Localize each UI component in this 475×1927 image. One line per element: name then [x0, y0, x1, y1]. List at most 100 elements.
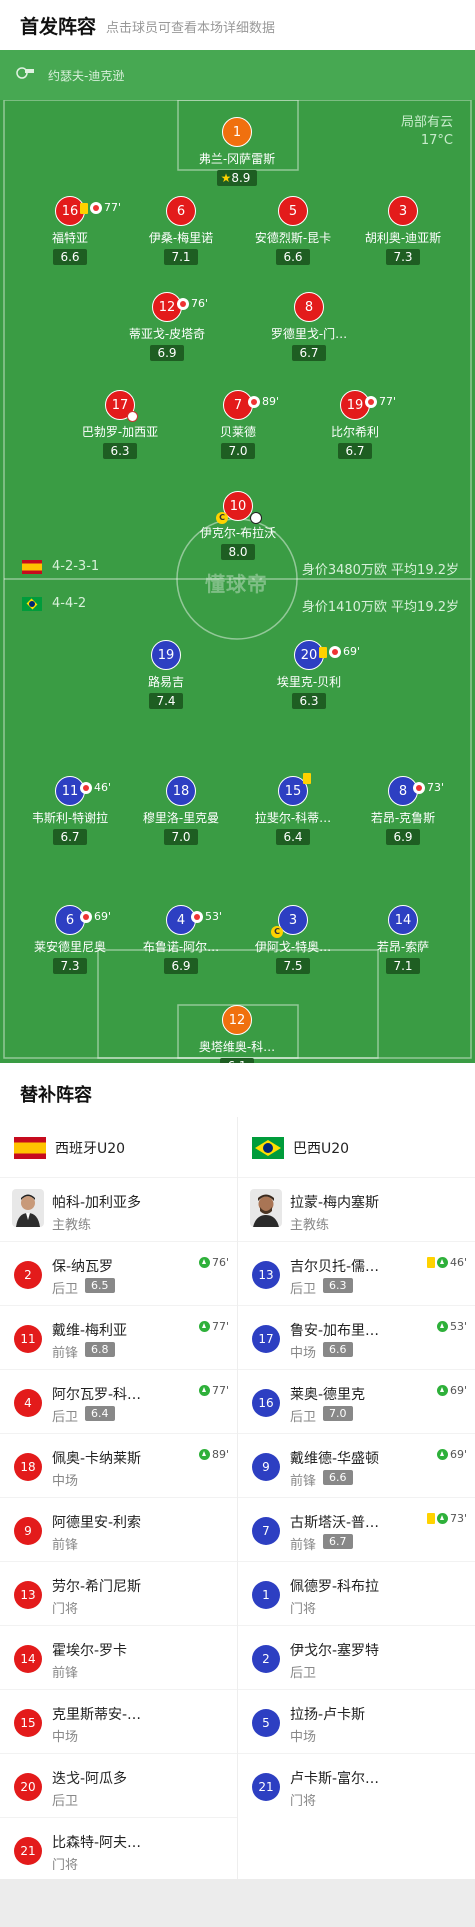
- player-number: 10: [229, 499, 247, 514]
- away-player[interactable]: 14 若昂-索萨 7.1: [333, 905, 473, 974]
- sub-events: 69': [436, 1448, 467, 1461]
- substitutes-title: 替补阵容: [20, 1085, 92, 1106]
- home-coach-row[interactable]: 帕科-加利亚多 主教练: [0, 1177, 237, 1241]
- sub-player-row[interactable]: 16 莱奥-德里克 后卫 7.0 69': [238, 1369, 475, 1433]
- sub-position: 后卫: [290, 1282, 317, 1297]
- player-number-badge: 12: [222, 1005, 252, 1035]
- sub-in-time: 77': [211, 1320, 229, 1333]
- sub-number: 7: [252, 1517, 280, 1545]
- sub-number: 5: [252, 1709, 280, 1737]
- home-formation-row: 4-2-3-1: [22, 559, 99, 574]
- away-player[interactable]: 20 69' 埃里克-贝利 6.3: [239, 640, 379, 709]
- sub-player-row[interactable]: 14 霍埃尔-罗卡 前锋: [0, 1625, 237, 1689]
- sub-player-row[interactable]: 9 戴维德-华盛顿 前锋 6.6 69': [238, 1433, 475, 1497]
- sub-player-row[interactable]: 18 佩奥-卡纳莱斯 中场 89': [0, 1433, 237, 1497]
- home-player[interactable]: 19 77' 比尔希利 6.7: [285, 390, 425, 459]
- player-rating: 6.7: [338, 443, 372, 459]
- sub-position: 前锋: [290, 1538, 317, 1553]
- substitution-out-icon: [177, 298, 189, 310]
- away-player[interactable]: 12奥塔维奥-科…6.1: [167, 1005, 307, 1063]
- sub-player-row[interactable]: 7 古斯塔沃-普… 前锋 6.7 73': [238, 1497, 475, 1561]
- sub-player-row[interactable]: 11 戴维-梅利亚 前锋 6.8 77': [0, 1305, 237, 1369]
- player-rating: 7.5: [276, 958, 310, 974]
- home-player[interactable]: 3 胡利奥-迪亚斯 7.3: [333, 196, 473, 265]
- home-player[interactable]: 8 罗德里戈-门… 6.7: [239, 292, 379, 361]
- sub-events: 76': [198, 1256, 229, 1269]
- sub-player-row[interactable]: 5 拉扬-卢卡斯 中场: [238, 1689, 475, 1753]
- player-name: 比尔希利: [330, 425, 379, 439]
- coach-name: 拉蒙-梅内塞斯: [290, 1195, 380, 1211]
- sub-player-row[interactable]: 4 阿尔瓦罗-科… 后卫 6.4 77': [0, 1369, 237, 1433]
- sub-in-time: 46': [449, 1256, 467, 1269]
- sub-number: 11: [14, 1325, 42, 1353]
- sub-player-row[interactable]: 13 吉尔贝托-儒… 后卫 6.3 46': [238, 1241, 475, 1305]
- player-events: 89': [248, 387, 279, 417]
- sub-player-row[interactable]: 21 比森特-阿夫… 门将: [0, 1817, 237, 1881]
- player-number-badge: 8: [294, 292, 324, 322]
- player-number: 5: [288, 204, 298, 219]
- sub-name: 霍埃尔-罗卡: [52, 1643, 128, 1659]
- away-coach-row[interactable]: 拉蒙-梅内塞斯 主教练: [238, 1177, 475, 1241]
- substitution-out-icon: [80, 782, 92, 794]
- sub-position: 门将: [52, 1858, 79, 1873]
- sub-player-row[interactable]: 21 卢卡斯-富尔… 门将: [238, 1753, 475, 1817]
- sub-player-row[interactable]: 15 克里斯蒂安-… 中场: [0, 1689, 237, 1753]
- sub-rating: 6.6: [323, 1470, 353, 1485]
- sub-player-row[interactable]: 13 劳尔-希门尼斯 门将: [0, 1561, 237, 1625]
- player-name: 伊克尔-布拉沃: [199, 526, 277, 540]
- player-rating: 6.6: [276, 249, 310, 265]
- substitution-in-icon: [436, 1513, 448, 1524]
- sub-player-row[interactable]: 20 迭戈-阿瓜多 后卫: [0, 1753, 237, 1817]
- player-number-badge: 8 73': [388, 776, 444, 806]
- player-number: 8: [398, 784, 408, 799]
- sub-number: 15: [14, 1709, 42, 1737]
- player-number: 20: [300, 648, 318, 663]
- away-team-label[interactable]: 巴西U20: [252, 1137, 349, 1159]
- home-player[interactable]: 12 76' 蒂亚戈-皮塔奇 6.9: [97, 292, 237, 361]
- sub-name: 吉尔贝托-儒…: [290, 1259, 380, 1275]
- page-title: 首发阵容: [20, 16, 97, 38]
- away-player[interactable]: 19 路易吉 7.4: [96, 640, 236, 709]
- home-player[interactable]: 1 弗兰-冈萨雷斯 ★8.9: [167, 117, 307, 186]
- sub-in-time: 89': [211, 1448, 229, 1461]
- substitution-time: 77': [379, 395, 397, 408]
- player-number-badge: 15: [278, 773, 311, 806]
- player-number: 4: [176, 913, 186, 928]
- sub-position: 后卫: [290, 1666, 317, 1681]
- sub-position: 前锋: [290, 1474, 317, 1489]
- home-player[interactable]: 10 C 伊克尔-布拉沃 8.0: [168, 491, 308, 560]
- sub-name: 阿德里安-利索: [52, 1515, 142, 1531]
- player-number-badge: 3: [388, 196, 418, 226]
- player-events: 69': [80, 902, 111, 932]
- sub-player-row[interactable]: 17 鲁安-加布里… 中场 6.6 53': [238, 1305, 475, 1369]
- player-events: 69': [319, 637, 360, 667]
- player-number: 8: [304, 300, 314, 315]
- home-team-label[interactable]: 西班牙U20: [14, 1137, 125, 1159]
- sub-rating: 7.0: [323, 1406, 353, 1421]
- sub-player-row[interactable]: 9 阿德里安-利索 前锋: [0, 1497, 237, 1561]
- sub-player-row[interactable]: 2 保-纳瓦罗 后卫 6.5 76': [0, 1241, 237, 1305]
- away-player[interactable]: 8 73' 若昂-克鲁斯 6.9: [333, 776, 473, 845]
- substitution-out-icon: [329, 646, 341, 658]
- goal-ball-icon: [250, 512, 262, 524]
- sub-name: 鲁安-加布里…: [290, 1323, 380, 1339]
- sub-name: 克里斯蒂安-…: [52, 1707, 142, 1723]
- player-number-badge: 20 69': [294, 640, 360, 670]
- sub-events: 53': [436, 1320, 467, 1333]
- sub-name: 拉扬-卢卡斯: [290, 1707, 366, 1723]
- player-number-badge: 18: [166, 776, 196, 806]
- sub-name: 阿尔瓦罗-科…: [52, 1387, 142, 1403]
- sub-player-row[interactable]: 2 伊戈尔-塞罗特 后卫: [238, 1625, 475, 1689]
- coach-avatar: [12, 1189, 44, 1227]
- referee-name: 约瑟夫-迪克逊: [48, 69, 125, 83]
- substitution-time: 89': [262, 395, 280, 408]
- sub-player-row[interactable]: 1 佩德罗-科布拉 门将: [238, 1561, 475, 1625]
- sub-events: 73': [426, 1512, 467, 1525]
- sub-number: 20: [14, 1773, 42, 1801]
- yellow-card-icon: [426, 1513, 435, 1524]
- substitution-time: 46': [94, 781, 112, 794]
- sub-number: 4: [14, 1389, 42, 1417]
- player-number: 6: [176, 204, 186, 219]
- player-events: 73': [413, 773, 444, 803]
- substitution-out-icon: [191, 911, 203, 923]
